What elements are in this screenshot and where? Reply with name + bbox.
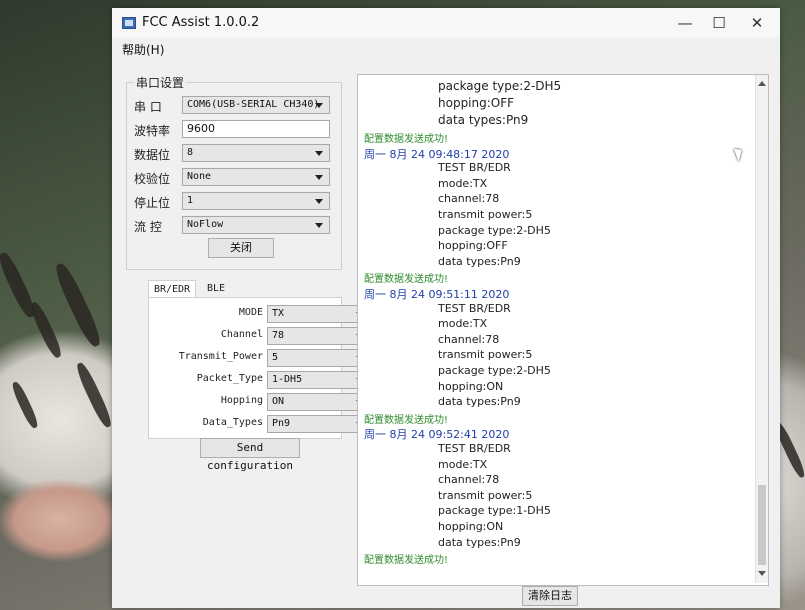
log-line: mode:TX [438, 176, 488, 190]
log-line: hopping:OFF [438, 96, 515, 110]
packet-type-value: 1-DH5 [272, 374, 303, 385]
flow-select[interactable]: NoFlow [182, 216, 330, 234]
log-success-message: 配置数据发送成功! [364, 274, 449, 286]
parity-value: None [187, 171, 212, 182]
parity-select[interactable]: None [182, 168, 330, 186]
menu-bar: 帮助(H) [112, 38, 780, 60]
scroll-down-icon[interactable] [758, 571, 766, 576]
config-panel: MODE TX Channel 78 Transmit_Power 5 Pack… [148, 297, 371, 439]
port-value: COM6(USB-SERIAL CH340) [187, 99, 320, 110]
databits-value: 8 [187, 147, 194, 158]
log-line: mode:TX [438, 457, 488, 471]
packet-type-label: Packet_Type [196, 373, 263, 384]
send-configuration-button[interactable]: Send configuration [200, 438, 300, 472]
clear-log-button[interactable]: 清除日志 [522, 586, 578, 606]
log-line: hopping:OFF [438, 239, 508, 253]
log-success-message: 配置数据发送成功! [364, 414, 449, 426]
port-select[interactable]: COM6(USB-SERIAL CH340) [182, 96, 330, 114]
databits-label: 数据位 [134, 148, 171, 162]
log-line: package type:2-DH5 [438, 79, 562, 93]
mouse-cursor-icon [733, 146, 746, 162]
parity-label: 校验位 [134, 172, 171, 186]
close-port-button[interactable]: 关闭 [208, 238, 274, 258]
mode-value: TX [272, 308, 285, 319]
log-line: channel:78 [438, 192, 500, 206]
power-label: Transmit_Power [178, 351, 263, 362]
log-timestamp: 周一 8月 24 09:52:41 2020 [364, 428, 510, 442]
log-line: hopping:ON [438, 520, 504, 533]
log-line: TEST BR/EDR [438, 442, 511, 455]
log-line: TEST BR/EDR [438, 161, 511, 175]
log-output[interactable]: package type:2-DH5 hopping:OFF data types:… [357, 74, 769, 586]
chevron-down-icon [315, 151, 323, 156]
log-scrollbar[interactable] [755, 75, 768, 583]
mode-select[interactable]: TX [267, 305, 371, 323]
chevron-down-icon [315, 199, 323, 204]
data-types-select[interactable]: Pn9 [267, 415, 371, 433]
close-window-button[interactable]: ✕ [740, 12, 774, 34]
chevron-down-icon [315, 103, 323, 108]
port-label: 串 口 [134, 100, 162, 114]
wallpaper-stripe [73, 360, 115, 430]
stopbits-value: 1 [187, 195, 194, 206]
chevron-down-icon [315, 175, 323, 180]
hopping-label: Hopping [220, 395, 263, 406]
mode-label: MODE [238, 307, 263, 318]
channel-select[interactable]: 78 [267, 327, 371, 345]
wallpaper-stripe [51, 260, 105, 350]
minimize-button[interactable]: — [668, 12, 702, 34]
log-line: package type:2-DH5 [438, 223, 551, 237]
stopbits-label: 停止位 [134, 196, 171, 210]
log-line: channel:78 [438, 473, 500, 487]
app-icon [122, 17, 136, 29]
channel-label: Channel [220, 329, 263, 340]
log-line: package type:2-DH5 [438, 364, 551, 377]
window-title: FCC Assist 1.0.0.2 [142, 15, 260, 30]
log-line: package type:1-DH5 [438, 504, 551, 518]
chevron-down-icon [315, 223, 323, 228]
power-select[interactable]: 5 [267, 349, 371, 367]
stopbits-select[interactable]: 1 [182, 192, 330, 210]
title-bar[interactable]: FCC Assist 1.0.0.2 — ☐ ✕ [112, 8, 780, 38]
log-success-message: 配置数据发送成功! [364, 134, 449, 145]
log-line: hopping:ON [438, 379, 504, 393]
log-line: channel:78 [438, 332, 500, 346]
log-line: TEST BR/EDR [438, 301, 511, 315]
power-value: 5 [272, 352, 279, 363]
wallpaper-stripe [9, 380, 41, 430]
flow-value: NoFlow [187, 219, 224, 230]
log-line: transmit power:5 [438, 348, 533, 362]
baud-input[interactable]: 9600 [182, 120, 330, 138]
flow-label: 流 控 [134, 220, 162, 234]
app-window: FCC Assist 1.0.0.2 — ☐ ✕ 帮助(H) 串口设置 串 口 … [112, 8, 780, 608]
log-line: data types:Pn9 [438, 395, 521, 409]
scroll-up-icon[interactable] [758, 81, 766, 86]
log-timestamp: 周一 8月 24 09:48:17 2020 [364, 147, 510, 161]
scroll-thumb[interactable] [758, 485, 766, 565]
data-types-label: Data_Types [202, 417, 263, 428]
hopping-select[interactable]: ON [267, 393, 371, 411]
packet-type-select[interactable]: 1-DH5 [267, 371, 371, 389]
maximize-button[interactable]: ☐ [702, 12, 736, 34]
hopping-value: ON [272, 396, 285, 407]
log-line: transmit power:5 [438, 208, 533, 221]
channel-value: 78 [272, 330, 285, 341]
menu-help[interactable]: 帮助(H) [122, 41, 164, 58]
log-line: mode:TX [438, 317, 488, 331]
log-line: data types:Pn9 [438, 254, 521, 268]
log-line: transmit power:5 [438, 488, 533, 502]
serial-settings-title: 串口设置 [134, 74, 187, 91]
tab-ble[interactable]: BLE [198, 280, 234, 298]
log-line: data types:Pn9 [438, 113, 529, 127]
log-success-message: 配置数据发送成功! [364, 555, 449, 567]
log-timestamp: 周一 8月 24 09:51:11 2020 [364, 288, 510, 301]
log-line: data types:Pn9 [438, 535, 521, 549]
wallpaper-stripe [27, 300, 65, 360]
data-types-value: Pn9 [272, 418, 291, 429]
baud-label: 波特率 [134, 124, 171, 138]
databits-select[interactable]: 8 [182, 144, 330, 162]
